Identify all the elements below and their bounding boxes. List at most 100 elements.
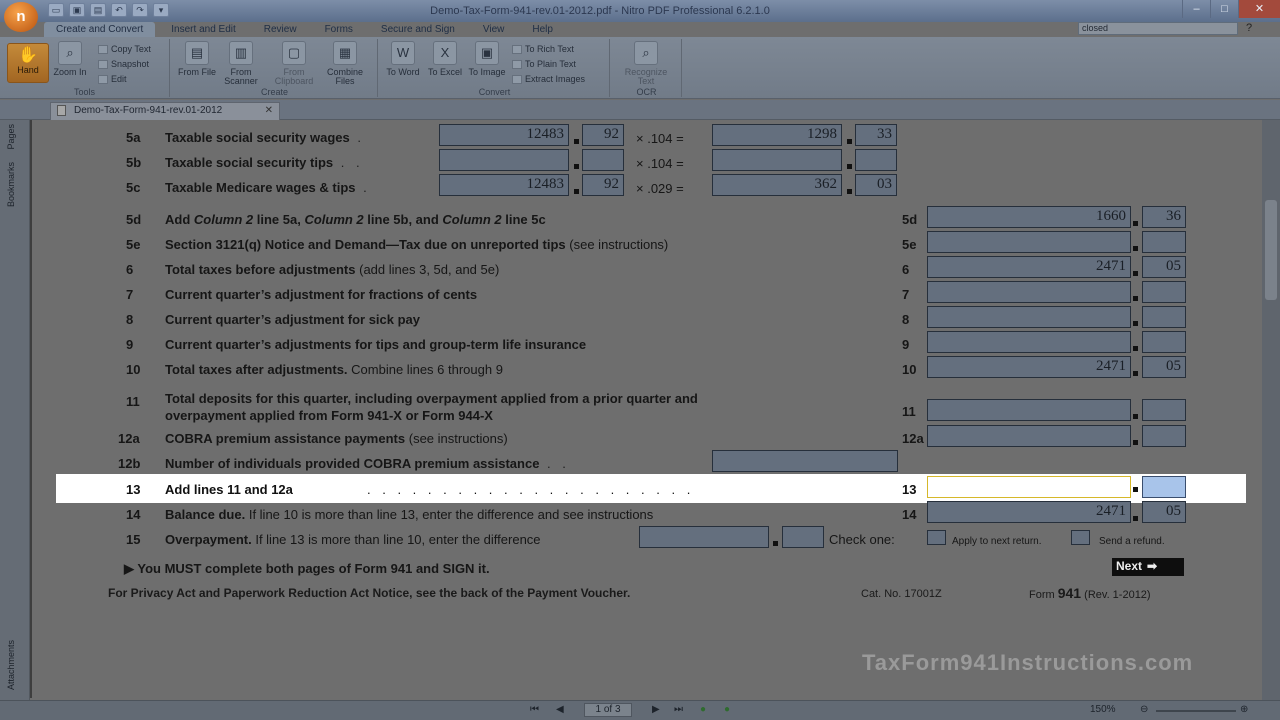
line-11-cents-input[interactable]: [1142, 399, 1186, 421]
line-10-cents-input[interactable]: 05: [1142, 356, 1186, 378]
close-tab-icon[interactable]: ✕: [265, 103, 273, 119]
back-view-icon[interactable]: ●: [700, 704, 706, 715]
line-8-cents-input[interactable]: [1142, 306, 1186, 328]
first-page-icon[interactable]: ⏮: [530, 704, 539, 715]
line-label-text: Total taxes before adjustments: [165, 262, 356, 277]
tab-create-and-convert[interactable]: Create and Convert: [44, 22, 156, 37]
from-scanner-button[interactable]: ▥ From Scanner: [222, 41, 260, 86]
ss-wages-tax-input[interactable]: 1298: [712, 124, 842, 146]
medicare-tax-cents-input[interactable]: 03: [855, 174, 897, 196]
vertical-scrollbar[interactable]: [1262, 120, 1280, 710]
line-label-text: overpayment applied from Form 941-X or F…: [165, 408, 493, 423]
tab-view[interactable]: View: [471, 22, 517, 37]
last-page-icon[interactable]: ⏭: [674, 704, 683, 715]
to-image-button[interactable]: ▣ To Image: [468, 41, 506, 77]
ss-tips-tax-input[interactable]: [712, 149, 842, 171]
line-12b-input[interactable]: [712, 450, 898, 472]
line-5d-cents-input[interactable]: 36: [1142, 206, 1186, 228]
line-5d-input[interactable]: 1660: [927, 206, 1131, 228]
to-plain-text-button[interactable]: To Plain Text: [512, 59, 576, 70]
to-word-button[interactable]: W To Word: [384, 41, 422, 77]
tab-review[interactable]: Review: [252, 22, 309, 37]
ss-tips-input[interactable]: [439, 149, 569, 171]
line-7-cents-input[interactable]: [1142, 281, 1186, 303]
copy-text-button[interactable]: Copy Text: [98, 44, 151, 55]
ss-wages-tax-cents-input[interactable]: 33: [855, 124, 897, 146]
tab-forms[interactable]: Forms: [313, 22, 365, 37]
next-button[interactable]: Next ➡: [1112, 558, 1184, 576]
line-9-cents-input[interactable]: [1142, 331, 1186, 353]
next-label: Next: [1116, 559, 1143, 573]
next-page-icon[interactable]: ▶: [652, 704, 660, 715]
window-controls: – □ ✕: [1182, 0, 1280, 18]
tab-insert-and-edit[interactable]: Insert and Edit: [159, 22, 247, 37]
line-10-input[interactable]: 2471: [927, 356, 1131, 378]
line-14-input[interactable]: 2471: [927, 501, 1131, 523]
line-15-cents-input[interactable]: [782, 526, 824, 548]
zoom-in-icon[interactable]: ⊕: [1240, 704, 1248, 715]
app-logo-button[interactable]: n: [4, 2, 38, 32]
from-file-button[interactable]: ▤ From File: [178, 41, 216, 77]
decimal-point: [574, 189, 579, 194]
previous-page-icon[interactable]: ◀: [556, 704, 564, 715]
apply-to-next-return-checkbox[interactable]: [927, 530, 946, 545]
ss-wages-cents-input[interactable]: 92: [582, 124, 624, 146]
scrollbar-thumb[interactable]: [1265, 200, 1277, 300]
field-value: 2471: [1096, 358, 1126, 374]
medicare-wages-input[interactable]: 12483: [439, 174, 569, 196]
zoom-slider[interactable]: [1156, 710, 1236, 712]
line-9-input[interactable]: [927, 331, 1131, 353]
extract-images-button[interactable]: Extract Images: [512, 74, 586, 85]
line-5e-cents-input[interactable]: [1142, 231, 1186, 253]
line-11-input[interactable]: [927, 399, 1131, 421]
line-6-cents-input[interactable]: 05: [1142, 256, 1186, 278]
line-7-input[interactable]: [927, 281, 1131, 303]
medicare-tax-input[interactable]: 362: [712, 174, 842, 196]
edit-button[interactable]: Edit: [98, 74, 127, 85]
tab-help[interactable]: Help: [520, 22, 565, 37]
send-a-refund-checkbox[interactable]: [1071, 530, 1090, 545]
from-clipboard-button[interactable]: ▢ From Clipboard: [272, 41, 316, 86]
page-number-field[interactable]: 1 of 3: [584, 703, 632, 717]
document-tab[interactable]: Demo-Tax-Form-941-rev.01-2012 ✕: [50, 102, 280, 120]
decimal-point: [1133, 414, 1138, 419]
forward-view-icon[interactable]: ●: [724, 704, 730, 715]
to-plain-text-label: To Plain Text: [525, 59, 576, 69]
line-12a-cents-input[interactable]: [1142, 425, 1186, 447]
ss-tips-tax-cents-input[interactable]: [855, 149, 897, 171]
hand-button[interactable]: ✋ Hand: [7, 43, 49, 83]
line-13-cents-input[interactable]: [1142, 476, 1186, 498]
tab-secure-and-sign[interactable]: Secure and Sign: [369, 22, 467, 37]
ss-tips-cents-input[interactable]: [582, 149, 624, 171]
line-5e-input[interactable]: [927, 231, 1131, 253]
medicare-wages-cents-input[interactable]: 92: [582, 174, 624, 196]
line-13-input[interactable]: [927, 476, 1131, 498]
attachments-panel-tab[interactable]: Attachments: [6, 640, 16, 690]
bookmarks-panel-tab[interactable]: Bookmarks: [6, 162, 16, 207]
close-button[interactable]: ✕: [1238, 0, 1280, 18]
rich-text-icon: [512, 45, 522, 55]
recognize-text-button[interactable]: ⌕ Recognize Text: [616, 41, 676, 86]
zoom-level[interactable]: 150%: [1090, 704, 1116, 715]
field-cents: 05: [1166, 503, 1181, 519]
line-14-cents-input[interactable]: 05: [1142, 501, 1186, 523]
pages-panel-tab[interactable]: Pages: [6, 124, 16, 150]
snapshot-button[interactable]: Snapshot: [98, 59, 149, 70]
line-8-input[interactable]: [927, 306, 1131, 328]
search-input[interactable]: closed: [1078, 22, 1238, 35]
to-rich-text-button[interactable]: To Rich Text: [512, 44, 574, 55]
combine-files-button[interactable]: ▦ Combine Files: [322, 41, 368, 86]
extract-images-label: Extract Images: [525, 74, 586, 84]
minimize-button[interactable]: –: [1182, 0, 1210, 18]
line-6-input[interactable]: 2471: [927, 256, 1131, 278]
line-label-text: Number of individuals provided COBRA pre…: [165, 456, 540, 471]
zoom-out-icon[interactable]: ⊖: [1140, 704, 1148, 715]
to-excel-button[interactable]: X To Excel: [426, 41, 464, 77]
zoom-in-button[interactable]: ⌕ Zoom In: [52, 41, 88, 77]
line-15-input[interactable]: [639, 526, 769, 548]
ss-wages-input[interactable]: 12483: [439, 124, 569, 146]
line-12a-input[interactable]: [927, 425, 1131, 447]
maximize-button[interactable]: □: [1210, 0, 1238, 18]
help-icon[interactable]: ?: [1246, 22, 1252, 34]
row-5b: 5b Taxable social security tips . . × .1…: [32, 149, 1264, 174]
